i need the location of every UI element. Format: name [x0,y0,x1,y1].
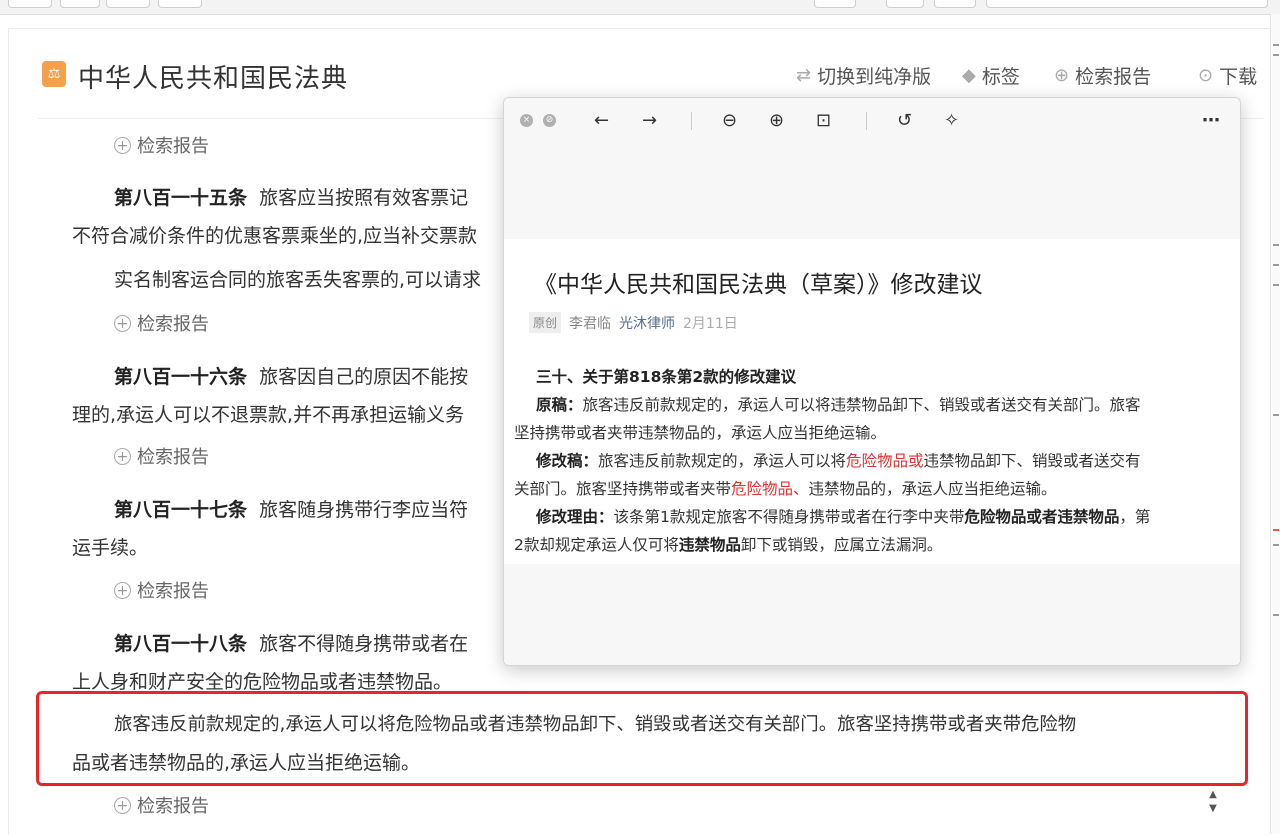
article-816-line2: 理的,承运人可以不退票款,并不再承担运输义务 [72,404,465,426]
viewer-background [504,564,1240,665]
download-label: 下载 [1219,66,1258,88]
plus-circle-icon: ⊕ [1054,65,1070,86]
reason-line1: 修改理由：该条第1款规定旅客不得随身携带或者在行李中夹带危险物品或者违禁物品，第 [536,508,1151,526]
article-815-line1: 第八百一十五条 旅客应当按照有效客票记 [114,187,469,209]
side-scroll-strip [1270,14,1280,834]
doc-date: 2月11日 [683,315,738,332]
search-report-button[interactable]: ⊕ 检索报告 [1054,62,1151,89]
report-link[interactable]: + 检索报告 [114,310,209,336]
browser-search-box[interactable] [986,0,1268,8]
browser-toolbar-strip [0,0,1280,15]
toolbar-separator [866,112,867,130]
browser-button[interactable] [106,0,150,8]
viewer-toolbar: × ⊘ ← → ⊖ ⊕ ⊡ ↺ ✧ ⋯ [504,98,1240,144]
search-report-label: 检索报告 [1075,66,1152,88]
browser-button[interactable] [8,0,52,8]
minimize-icon[interactable]: ⊘ [543,114,556,127]
scroll-up-icon[interactable]: ▲ [1203,788,1223,802]
doc-meta: 原创 李君临 光沐律师 2月11日 [529,312,738,333]
article-heading: 第八百一十六条 [114,366,248,388]
article-817-line1: 第八百一十七条 旅客随身携带行李应当符 [114,499,469,521]
fit-page-icon[interactable]: ⊡ [816,110,831,131]
browser-button[interactable] [886,0,924,8]
tags-label: 标签 [981,66,1020,88]
article-815-para2: 实名制客运合同的旅客丢失客票的,可以请求 [114,269,482,291]
article-817-line2: 运手续。 [72,537,149,559]
forward-arrow-icon[interactable]: → [642,110,657,131]
close-icon[interactable]: × [520,114,533,127]
rotate-icon[interactable]: ↺ [897,110,912,131]
viewer-document-image: 《中华人民共和国民法典（草案）》修改建议 原创 李君临 光沐律师 2月11日 三… [504,239,1240,564]
article-818-line1: 第八百一十八条 旅客不得随身携带或者在 [114,633,469,655]
scroll-down-icon[interactable]: ▼ [1203,802,1223,816]
tag-icon: ◆ [962,65,976,86]
plus-circle-icon: + [114,314,131,332]
article-816-line1: 第八百一十六条 旅客因自己的原因不能按 [114,366,469,388]
doc-author: 李君临 [569,315,612,332]
browser-button[interactable] [60,0,100,8]
highlight-box [36,691,1248,786]
rev-line2: 关部门。旅客坚持携带或者夹带危险物品、违禁物品的，承运人应当拒绝运输。 [514,480,1057,498]
article-818-line2: 上人身和财产安全的危险物品或者违禁物品。 [72,671,453,693]
scroll-stepper[interactable]: ▲ ▼ [1203,788,1223,822]
rev-line1: 修改稿：旅客违反前款规定的，承运人可以将危险物品或违禁物品卸下、销毁或者送交有 [536,452,1141,470]
tags-button[interactable]: ◆ 标签 [962,62,1020,89]
law-book-icon: ⚖ [42,61,66,87]
reason-line2: 2款却规定承运人仅可将违禁物品卸下或销毁，应属立法漏洞。 [514,536,943,554]
switch-clean-version-button[interactable]: ⇄ 切换到纯净版 [796,62,931,89]
browser-button[interactable] [158,0,202,8]
original-tag: 原创 [529,312,562,333]
article-815-line2: 不符合减价条件的优惠客票乘坐的,应当补交票款 [72,225,478,247]
plus-circle-icon: + [114,136,131,154]
back-arrow-icon[interactable]: ← [594,110,609,131]
image-viewer-window: × ⊘ ← → ⊖ ⊕ ⊡ ↺ ✧ ⋯ 《中华人民共和国民法典（草案）》修改建议… [503,97,1241,666]
plus-circle-icon: + [114,581,131,599]
report-link[interactable]: + 检索报告 [114,577,209,603]
plus-circle-icon: + [114,796,131,814]
article-heading: 第八百一十七条 [114,499,248,521]
doc-account[interactable]: 光沐律师 [619,313,675,333]
article-heading: 第八百一十五条 [114,187,248,209]
orig-line1: 原稿：旅客违反前款规定的，承运人可以将违禁物品卸下、销毁或者送交有关部门。旅客 [536,396,1141,414]
report-link[interactable]: + 检索报告 [114,132,209,158]
doc-title: 《中华人民共和国民法典（草案）》修改建议 [534,272,983,298]
switch-label: 切换到纯净版 [817,66,932,88]
viewer-background [504,144,1240,239]
download-button[interactable]: ⊙ 下载 [1198,62,1257,89]
report-link[interactable]: + 检索报告 [114,443,209,469]
article-heading: 第八百一十八条 [114,633,248,655]
zoom-out-icon[interactable]: ⊖ [722,110,737,131]
browser-button[interactable] [814,0,856,8]
download-icon: ⊙ [1198,65,1214,86]
orig-line2: 坚持携带或者夹带违禁物品的，承运人应当拒绝运输。 [514,424,887,442]
zoom-in-icon[interactable]: ⊕ [769,110,784,131]
report-link[interactable]: + 检索报告 [114,792,209,818]
magic-wand-icon[interactable]: ✧ [944,110,959,131]
section-title: 三十、关于第818条第2款的修改建议 [536,368,797,386]
page-title: 中华人民共和国民法典 [78,64,349,94]
switch-icon: ⇄ [796,65,812,86]
browser-button[interactable] [934,0,976,8]
plus-circle-icon: + [114,447,131,465]
toolbar-separator [691,112,692,130]
more-icon[interactable]: ⋯ [1202,110,1220,131]
